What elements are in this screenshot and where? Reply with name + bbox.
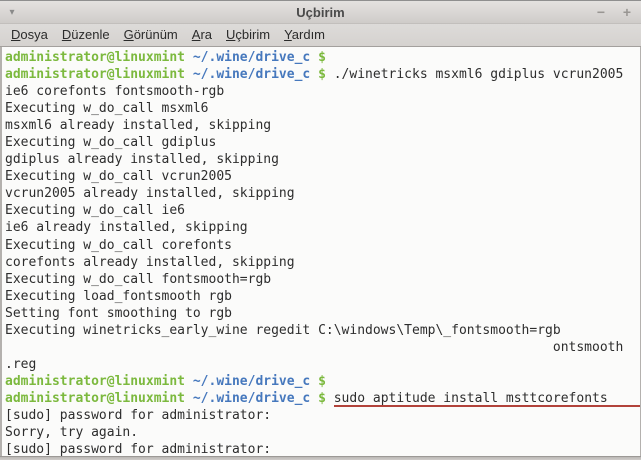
terminal-line: ie6 already installed, skipping (5, 219, 640, 236)
menu-item-gorunum[interactable]: Görünüm (117, 24, 185, 46)
terminal-line: corefonts already installed, skipping (5, 254, 640, 271)
terminal-text: $ (318, 49, 326, 66)
terminal-text: $ (318, 390, 326, 407)
terminal-line: Sorry, try again. (5, 424, 640, 441)
menu-item-duzenle[interactable]: Düzenle (55, 24, 117, 46)
terminal-line: [sudo] password for administrator: (5, 441, 640, 456)
terminal-line: [sudo] password for administrator: (5, 407, 640, 424)
terminal-line: Executing w_do_call msxml6 (5, 100, 640, 117)
menu-item-yardim[interactable]: Yardım (277, 24, 332, 46)
terminal-text: administrator@linuxmint (5, 49, 185, 66)
terminal-line: vcrun2005 already installed, skipping (5, 185, 640, 202)
maximize-button[interactable]: + (619, 1, 635, 24)
terminal-line: msxml6 already installed, skipping (5, 117, 640, 134)
terminal-text: vcrun2005 already installed, skipping (5, 185, 295, 202)
terminal-text: Executing w_do_call ie6 (5, 202, 185, 219)
terminal-text: .reg (5, 356, 36, 373)
terminal-line: gdiplus already installed, skipping (5, 151, 640, 168)
terminal-line: ie6 corefonts fontsmooth-rgb (5, 83, 640, 100)
window-title: Uçbirim (0, 1, 641, 24)
terminal-text (310, 49, 318, 66)
terminal-text: $ (318, 66, 326, 83)
terminal-text: Executing w_do_call fontsmooth=rgb (5, 271, 271, 288)
terminal-text (185, 373, 193, 390)
terminal-text: $ (318, 373, 326, 390)
terminal-text (310, 66, 318, 83)
terminal-text (185, 49, 193, 66)
terminal-text (310, 373, 318, 390)
terminal-text: Sorry, try again. (5, 424, 138, 441)
terminal-text: ontsmooth (5, 339, 623, 356)
terminal-line: Executing w_do_call vcrun2005 (5, 168, 640, 185)
terminal-line: Executing w_do_call ie6 (5, 202, 640, 219)
terminal-line: administrator@linuxmint ~/.wine/drive_c … (5, 49, 640, 66)
window-controls: − + (593, 1, 641, 24)
terminal-text: ie6 already installed, skipping (5, 219, 248, 236)
terminal-text: administrator@linuxmint (5, 373, 185, 390)
terminal-text (185, 390, 193, 407)
terminal-line: Executing w_do_call fontsmooth=rgb (5, 271, 640, 288)
terminal-text: ./winetricks msxml6 gdiplus vcrun2005 (326, 66, 623, 83)
terminal-text: Executing w_do_call gdiplus (5, 134, 216, 151)
terminal-line: administrator@linuxmint ~/.wine/drive_c … (5, 390, 640, 407)
terminal-text: msxml6 already installed, skipping (5, 117, 271, 134)
terminal-line: .reg (5, 356, 640, 373)
terminal-line: administrator@linuxmint ~/.wine/drive_c … (5, 66, 640, 83)
terminal-text: administrator@linuxmint (5, 390, 185, 407)
terminal-text: administrator@linuxmint (5, 66, 185, 83)
window-menu-icon[interactable]: ▾ (0, 1, 24, 24)
terminal-text: ~/.wine/drive_c (193, 49, 310, 66)
terminal-viewport[interactable]: administrator@linuxmint ~/.wine/drive_c … (0, 47, 641, 456)
terminal-text: Executing w_do_call corefonts (5, 237, 232, 254)
terminal-line: Executing winetricks_early_wine regedit … (5, 322, 640, 339)
terminal-text: Executing load_fontsmooth rgb (5, 288, 232, 305)
terminal-line: Executing w_do_call corefonts (5, 237, 640, 254)
terminal-line: Executing load_fontsmooth rgb (5, 288, 640, 305)
menu-item-ucbirim[interactable]: Uçbirim (219, 24, 277, 46)
terminal-text: [sudo] password for administrator: (5, 441, 271, 456)
menubar: DosyaDüzenleGörünümAraUçbirimYardım (0, 24, 641, 47)
terminal-text: Executing winetricks_early_wine regedit … (5, 322, 561, 339)
window-bottom-edge (0, 456, 641, 460)
menu-item-dosya[interactable]: Dosya (4, 24, 55, 46)
terminal-window: ▾ Uçbirim − + DosyaDüzenleGörünümAraUçbi… (0, 0, 641, 460)
terminal-text (310, 390, 318, 407)
terminal-text: Executing w_do_call msxml6 (5, 100, 209, 117)
terminal-text: ie6 corefonts fontsmooth-rgb (5, 83, 224, 100)
terminal-text (326, 390, 334, 407)
titlebar[interactable]: ▾ Uçbirim − + (0, 1, 641, 24)
terminal-text: ~/.wine/drive_c (193, 373, 310, 390)
terminal-text: gdiplus already installed, skipping (5, 151, 279, 168)
terminal-text: [sudo] password for administrator: (5, 407, 271, 424)
terminal-line: administrator@linuxmint ~/.wine/drive_c … (5, 373, 640, 390)
terminal-line: ontsmooth (5, 339, 640, 356)
terminal-text: Setting font smoothing to rgb (5, 305, 232, 322)
terminal-line: Executing w_do_call gdiplus (5, 134, 640, 151)
terminal-text (185, 66, 193, 83)
terminal-text: ~/.wine/drive_c (193, 66, 310, 83)
terminal-text: corefonts already installed, skipping (5, 254, 295, 271)
minimize-button[interactable]: − (593, 1, 609, 24)
terminal-text: Executing w_do_call vcrun2005 (5, 168, 232, 185)
terminal-text: ~/.wine/drive_c (193, 390, 310, 407)
terminal-line: Setting font smoothing to rgb (5, 305, 640, 322)
menu-item-ara[interactable]: Ara (185, 24, 219, 46)
terminal-text: sudo aptitude install msttcorefonts (334, 390, 640, 407)
